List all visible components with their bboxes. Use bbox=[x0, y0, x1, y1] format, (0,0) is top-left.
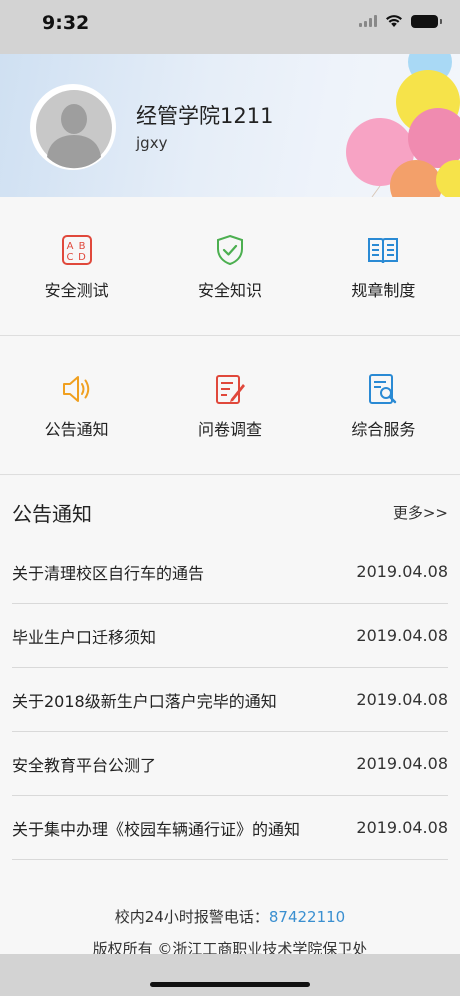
survey-label: 问卷调查 bbox=[197, 420, 262, 439]
notice-item-date: 2019.04.08 bbox=[356, 754, 448, 773]
function-grid-row-2: 公告通知 问卷调查 综合服务 bbox=[0, 336, 460, 475]
status-bar: 9:32 bbox=[0, 0, 460, 54]
notice-item-title: 关于清理校区自行车的通告 bbox=[12, 563, 205, 583]
notice-list: 关于清理校区自行车的通告 2019.04.08 毕业生户口迁移须知 2019.0… bbox=[12, 540, 448, 860]
notice-section: 公告通知 更多>> 关于清理校区自行车的通告 2019.04.08 毕业生户口迁… bbox=[0, 476, 460, 956]
speaker-icon bbox=[62, 376, 89, 402]
more-link[interactable]: 更多>> bbox=[393, 502, 448, 523]
notice-item-title: 毕业生户口迁移须知 bbox=[12, 627, 157, 647]
avatar[interactable] bbox=[30, 84, 116, 170]
survey-icon bbox=[215, 375, 245, 404]
footer: 校内24小时报警电话：87422110 版权所有 ©浙江工商职业技术学院保卫处 bbox=[0, 900, 460, 956]
notice-item-date: 2019.04.08 bbox=[356, 690, 448, 709]
services-label: 综合服务 bbox=[351, 420, 416, 439]
profile-header: 经管学院1211 jgxy bbox=[0, 54, 460, 197]
safety-test-button[interactable]: A B C D 安全测试 bbox=[0, 197, 153, 335]
list-item[interactable]: 关于集中办理《校园车辆通行证》的通知 2019.04.08 bbox=[12, 796, 448, 860]
cellular-signal-icon bbox=[359, 15, 377, 27]
list-item[interactable]: 关于2018级新生户口落户完毕的通知 2019.04.08 bbox=[12, 668, 448, 732]
notice-item-title: 安全教育平台公测了 bbox=[12, 755, 157, 775]
shield-check-icon bbox=[216, 234, 243, 266]
hotline-label: 校内24小时报警电话： bbox=[114, 908, 269, 926]
wifi-icon bbox=[386, 15, 402, 27]
search-document-icon bbox=[369, 374, 397, 404]
book-icon bbox=[368, 238, 399, 264]
notice-header: 公告通知 更多>> bbox=[12, 498, 448, 528]
safety-knowledge-label: 安全知识 bbox=[197, 281, 262, 300]
notice-item-title: 关于2018级新生户口落户完毕的通知 bbox=[12, 691, 277, 711]
svg-text:B: B bbox=[78, 241, 85, 252]
hotline-phone-link[interactable]: 87422110 bbox=[269, 908, 345, 926]
svg-text:D: D bbox=[78, 252, 86, 263]
status-icons bbox=[359, 14, 442, 28]
notice-item-date: 2019.04.08 bbox=[356, 626, 448, 645]
announcement-label: 公告通知 bbox=[44, 420, 109, 439]
bottom-bar bbox=[0, 954, 460, 996]
regulations-button[interactable]: 规章制度 bbox=[307, 197, 460, 335]
notice-item-date: 2019.04.08 bbox=[356, 818, 448, 837]
home-indicator[interactable] bbox=[150, 982, 310, 987]
notice-item-title: 关于集中办理《校园车辆通行证》的通知 bbox=[12, 819, 301, 839]
hotline-line: 校内24小时报警电话：87422110 bbox=[0, 906, 460, 927]
svg-text:C: C bbox=[66, 252, 73, 263]
safety-test-label: 安全测试 bbox=[44, 281, 109, 300]
user-id: jgxy bbox=[136, 134, 168, 152]
balloons-decoration bbox=[346, 54, 460, 197]
list-item[interactable]: 安全教育平台公测了 2019.04.08 bbox=[12, 732, 448, 796]
function-grid-row-1: A B C D 安全测试 安全知识 规章制度 bbox=[0, 197, 460, 336]
services-button[interactable]: 综合服务 bbox=[307, 336, 460, 474]
notice-item-date: 2019.04.08 bbox=[356, 562, 448, 581]
notice-title: 公告通知 bbox=[12, 502, 92, 526]
announcement-button[interactable]: 公告通知 bbox=[0, 336, 153, 474]
user-name: 经管学院1211 bbox=[136, 104, 274, 128]
abcd-test-icon: A B C D bbox=[61, 235, 92, 265]
list-item[interactable]: 毕业生户口迁移须知 2019.04.08 bbox=[12, 604, 448, 668]
svg-text:A: A bbox=[66, 241, 73, 252]
list-item[interactable]: 关于清理校区自行车的通告 2019.04.08 bbox=[12, 540, 448, 604]
safety-knowledge-button[interactable]: 安全知识 bbox=[153, 197, 306, 335]
status-time: 9:32 bbox=[42, 12, 90, 34]
survey-button[interactable]: 问卷调查 bbox=[153, 336, 306, 474]
default-avatar-icon bbox=[31, 85, 115, 169]
regulations-label: 规章制度 bbox=[351, 281, 416, 300]
battery-icon bbox=[411, 14, 442, 28]
